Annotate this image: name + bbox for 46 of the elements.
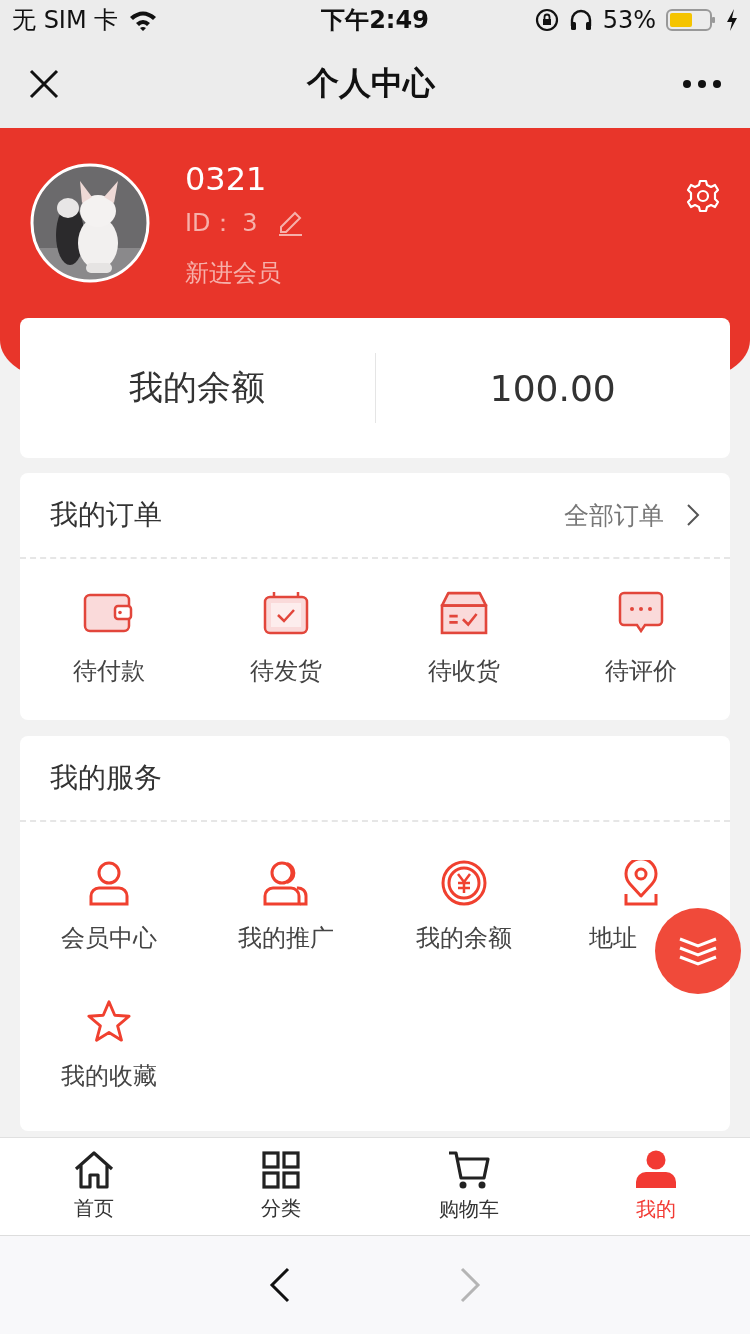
battery-icon bbox=[666, 8, 716, 32]
battery-percent-text: 53% bbox=[602, 6, 656, 34]
home-icon bbox=[73, 1151, 114, 1189]
clock-text: 下午2:49 bbox=[320, 5, 430, 36]
service-label[interactable]: 我的推广 bbox=[238, 922, 335, 954]
page-title: 个人中心 bbox=[307, 63, 435, 104]
section-title: 我的服务 bbox=[50, 760, 162, 796]
carrier-text: 无 SIM 卡 bbox=[12, 5, 119, 36]
tab-item[interactable]: 分类 bbox=[187, 1138, 375, 1235]
balance-label: 我的余额 bbox=[128, 366, 267, 409]
people-icon[interactable] bbox=[263, 860, 310, 906]
more-icon bbox=[682, 79, 722, 89]
order-status-label[interactable]: 待付款 bbox=[72, 655, 145, 687]
cart-icon bbox=[447, 1150, 490, 1190]
wallet-icon[interactable] bbox=[82, 591, 135, 635]
rotation-lock-icon bbox=[534, 8, 559, 32]
star-icon[interactable] bbox=[85, 998, 132, 1044]
order-status-label[interactable]: 待发货 bbox=[250, 655, 323, 687]
back-icon bbox=[269, 1267, 291, 1303]
balance-amount: 100.00 bbox=[488, 367, 617, 409]
wifi-icon bbox=[128, 9, 159, 31]
grid-icon bbox=[262, 1151, 301, 1189]
all-orders-link[interactable]: 全部订单 bbox=[564, 498, 700, 532]
tab-item[interactable]: 购物车 bbox=[375, 1138, 563, 1235]
order-status-label[interactable]: 待收货 bbox=[427, 655, 500, 687]
layers-icon bbox=[678, 936, 718, 966]
user-icon bbox=[635, 1150, 678, 1190]
forward-icon bbox=[459, 1267, 481, 1303]
settings-icon[interactable] bbox=[686, 179, 720, 213]
tab-item[interactable]: 首页 bbox=[0, 1138, 188, 1235]
service-label[interactable]: 我的余额 bbox=[415, 922, 512, 954]
section-title: 我的订单 bbox=[50, 497, 162, 533]
service-label[interactable]: 地址 bbox=[588, 922, 637, 954]
edit-icon[interactable] bbox=[277, 210, 304, 236]
service-label[interactable]: 会员中心 bbox=[60, 922, 157, 954]
member-level: 新进会员 bbox=[185, 258, 281, 289]
order-status-label[interactable]: 待评价 bbox=[605, 655, 678, 687]
user-name: 0321 bbox=[185, 159, 267, 199]
user-id: ID： 3 bbox=[185, 208, 258, 239]
tab-item[interactable]: 我的 bbox=[562, 1138, 750, 1235]
service-label[interactable]: 我的收藏 bbox=[60, 1060, 157, 1092]
chevron-icon bbox=[686, 503, 700, 527]
headphones-icon bbox=[568, 8, 593, 32]
close-icon bbox=[28, 68, 60, 100]
charging-icon bbox=[726, 8, 738, 32]
yen-coin-icon[interactable] bbox=[440, 860, 487, 906]
